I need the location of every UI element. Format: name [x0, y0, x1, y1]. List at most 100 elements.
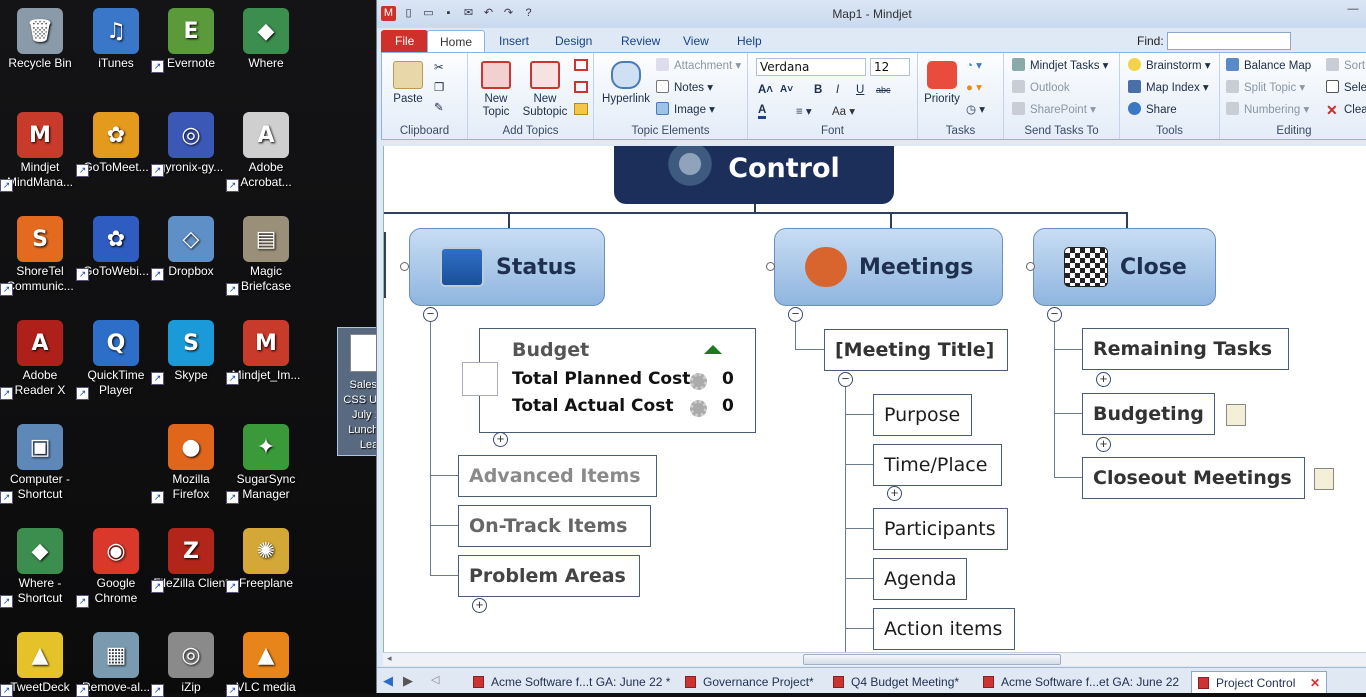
font-color-icon[interactable]: A [758, 103, 767, 119]
topic-meetings[interactable]: Meetings [774, 228, 1003, 306]
bold-icon[interactable]: B [814, 81, 822, 99]
tab-design[interactable]: Design [543, 30, 604, 52]
topic-purpose[interactable]: Purpose [873, 394, 972, 436]
topic-closeout-meetings[interactable]: Closeout Meetings [1082, 457, 1305, 499]
topic-problem-areas[interactable]: Problem Areas [458, 555, 640, 597]
task-info-icon[interactable]: ◷ ▾ [966, 101, 985, 119]
scrollbar-thumb[interactable] [803, 654, 1061, 665]
desktop-icon-chrome[interactable]: ↗ ◉ Google Chrome [76, 528, 154, 608]
tab-view[interactable]: View [671, 30, 721, 52]
tab-help[interactable]: Help [725, 30, 774, 52]
topic-meeting-title[interactable]: [Meeting Title] [824, 329, 1008, 371]
doc-tab-3[interactable]: Q4 Budget Meeting* [827, 671, 969, 693]
topic-on-track-items[interactable]: On-Track Items [458, 505, 651, 547]
tab-home[interactable]: Home [427, 30, 486, 52]
minimize-icon[interactable]: — [1339, 0, 1366, 18]
grow-font-icon[interactable]: A˄ [758, 81, 773, 99]
attachment-button[interactable]: Attachment ▾ [656, 57, 741, 75]
topic-agenda[interactable]: Agenda [873, 558, 967, 600]
priority-button[interactable]: Priority [922, 61, 962, 106]
note-icon[interactable] [1314, 468, 1334, 490]
select-button[interactable]: Selec [1326, 79, 1366, 97]
topic-action-items[interactable]: Action items [873, 608, 1015, 650]
desktop-icon-computer[interactable]: ↗ ▣ Computer - Shortcut [0, 424, 78, 504]
new-subtopic-button[interactable]: New Subtopic [520, 61, 570, 119]
desktop-icon-dropbox[interactable]: ↗ ◇ Dropbox [151, 216, 229, 281]
desktop-icon-mindjet[interactable]: ↗ M Mindjet MindMana... [0, 112, 78, 192]
nav-left-icon[interactable]: ◁ [431, 673, 439, 686]
doc-tab-4[interactable]: Acme Software f...et GA: June 22 [977, 671, 1179, 693]
shrink-font-icon[interactable]: A˅ [780, 81, 793, 99]
close-tab-icon[interactable]: ✕ [1310, 672, 1320, 694]
underline-icon[interactable]: U [856, 81, 864, 99]
doc-tab-2[interactable]: Governance Project* [679, 671, 823, 693]
doc-tab-1[interactable]: Acme Software f...t GA: June 22 * [467, 671, 670, 693]
callout-icon[interactable] [574, 81, 588, 93]
expand-icon[interactable]: + [1096, 372, 1111, 387]
expand-icon[interactable]: + [493, 432, 508, 447]
desktop-icon-filezilla[interactable]: ↗ Z FileZilla Client [151, 528, 229, 593]
desktop-icon-sugarsync[interactable]: ↗ ✦ SugarSync Manager [226, 424, 304, 504]
budget-topic[interactable]: Budget Total Planned Cost 0 Total Actual… [479, 328, 756, 433]
balance-map-button[interactable]: Balance Map [1226, 57, 1311, 75]
comment-icon[interactable] [574, 103, 588, 115]
note-icon[interactable] [1226, 404, 1246, 426]
sort-button[interactable]: Sort [1326, 57, 1365, 75]
tab-insert[interactable]: Insert [487, 30, 541, 52]
text-case-icon[interactable]: Aa ▾ [832, 103, 855, 121]
resource-icon[interactable]: ● ▾ [966, 79, 982, 97]
tab-review[interactable]: Review [609, 30, 672, 52]
new-topic-button[interactable]: New Topic [474, 61, 518, 119]
desktop-icon-where[interactable]: ◆ Where [228, 8, 304, 71]
mindjet-tasks-button[interactable]: Mindjet Tasks ▾ [1012, 57, 1108, 75]
connector-dot[interactable] [1026, 262, 1035, 271]
desktop-icon-tweetdeck[interactable]: ↗ ▲ TweetDeck [0, 632, 78, 697]
hyperlink-button[interactable]: Hyperlink [598, 61, 654, 106]
share-button[interactable]: Share [1128, 101, 1177, 119]
desktop-icon-gotowebinar[interactable]: ↗ ✿ GoToWebi... [76, 216, 154, 281]
doc-tab-5[interactable]: Project Control ✕ [1191, 671, 1327, 693]
notes-icon[interactable] [462, 362, 498, 396]
desktop-icon-firefox[interactable]: ↗ ● Mozilla Firefox [151, 424, 229, 504]
topic-time-place[interactable]: Time/Place [873, 444, 1002, 486]
expand-icon[interactable]: + [887, 486, 902, 501]
cut-icon[interactable]: ✂ [434, 59, 444, 77]
align-icon[interactable]: ≡ ▾ [796, 103, 812, 121]
topic-participants[interactable]: Participants [873, 508, 1008, 550]
horizontal-scrollbar[interactable]: ◂ [383, 652, 1366, 666]
desktop-icon-where-shortcut[interactable]: ↗ ◆ Where - Shortcut [0, 528, 78, 608]
desktop-icon-mindjet-import[interactable]: ↗ M Mindjet_Im... [226, 320, 304, 385]
outlook-button[interactable]: Outlook [1012, 79, 1070, 97]
scroll-left-icon[interactable]: ◂ [387, 653, 392, 664]
collapse-icon[interactable]: − [838, 372, 853, 387]
numbering-button[interactable]: Numbering ▾ [1226, 101, 1309, 119]
desktop-icon-vlc[interactable]: ↗ ▲ VLC media [226, 632, 304, 697]
progress-icon[interactable]: ◔ ▾ [966, 57, 982, 75]
tab-file[interactable]: File [381, 30, 429, 52]
topic-close[interactable]: Close [1033, 228, 1216, 306]
desktop-icon-evernote[interactable]: ↗ E Evernote [151, 8, 229, 73]
desktop-icon-shoretel[interactable]: ↗ S ShoreTel Communic... [0, 216, 78, 296]
font-size-select[interactable]: 12 [870, 58, 910, 76]
expand-icon[interactable]: + [1096, 437, 1111, 452]
desktop-icon-gotomeeting[interactable]: ↗ ✿ GoToMeet... [76, 112, 154, 177]
collapse-icon[interactable]: − [423, 307, 438, 322]
central-topic[interactable]: Control [614, 146, 894, 204]
desktop-icon-adobe-reader[interactable]: ↗ A Adobe Reader X [0, 320, 78, 400]
map-canvas[interactable]: Control Status − Budget Total Planned Co… [383, 146, 1366, 652]
collapse-icon[interactable]: − [1047, 307, 1062, 322]
topic-status[interactable]: Status [409, 228, 605, 306]
desktop-icon-acrobat[interactable]: ↗ A Adobe Acrobat... [226, 112, 304, 192]
image-button[interactable]: Image ▾ [656, 101, 715, 119]
desktop-icon-recycle-bin[interactable]: 🗑 Recycle Bin [2, 8, 78, 71]
find-input[interactable] [1167, 32, 1291, 50]
italic-icon[interactable]: I [836, 81, 839, 99]
connector-dot[interactable] [400, 262, 409, 271]
desktop-icon-freeplane[interactable]: ↗ ✺ Freeplane [226, 528, 304, 593]
clear-button[interactable]: ✕Clear [1326, 101, 1366, 119]
topic-advanced-items[interactable]: Advanced Items [458, 455, 657, 497]
paste-button[interactable]: Paste [388, 61, 428, 106]
desktop-icon-skype[interactable]: ↗ S Skype [151, 320, 229, 385]
desktop-icon-gyronix[interactable]: ↗ ◎ gyronix-gy... [151, 112, 229, 177]
map-index-button[interactable]: Map Index ▾ [1128, 79, 1209, 97]
